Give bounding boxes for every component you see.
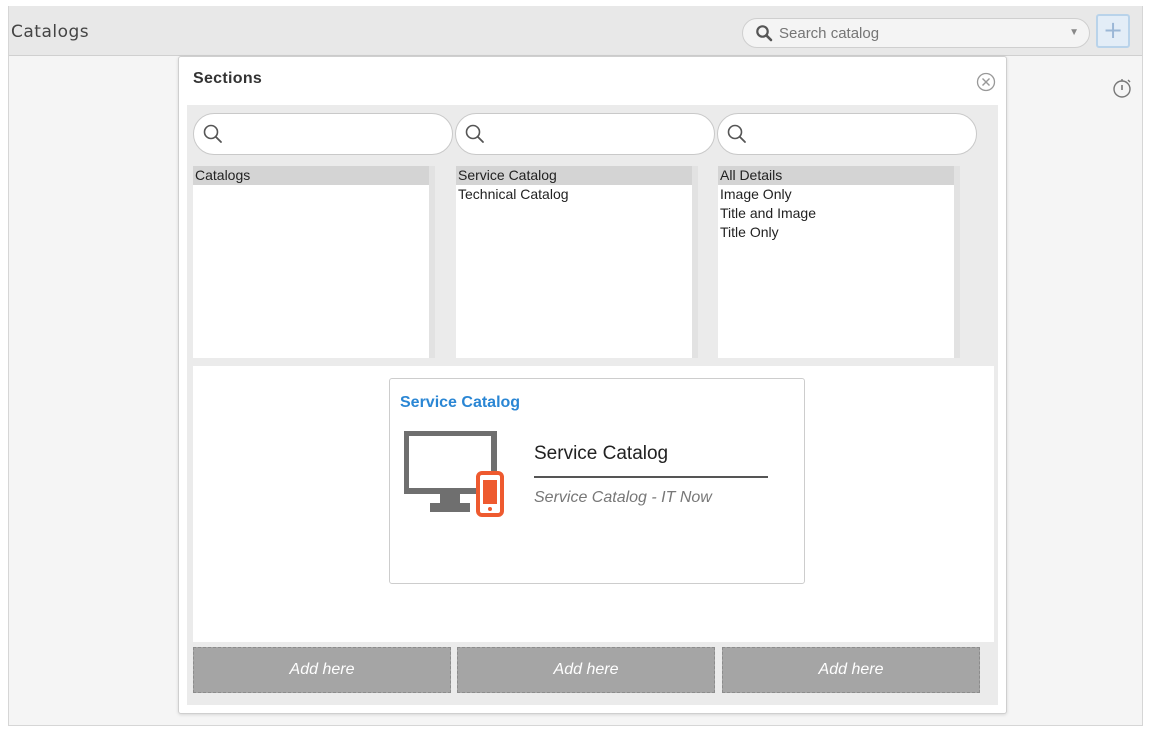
card-title: Service Catalog [400,394,521,411]
add-here-button[interactable]: Add here [193,647,451,693]
card-name: Service Catalog [534,443,669,464]
search-icon [756,25,773,42]
column-2-list[interactable]: Service Catalog Technical Catalog [456,166,698,358]
sections-panel: Catalogs Service Catalog Technical Catal… [187,105,998,705]
column-2-search[interactable] [455,113,715,155]
catalog-search-box[interactable]: ▼ [742,18,1090,48]
list-item[interactable]: Service Catalog [456,166,692,185]
sections-dialog: Sections Catalogs Service Catalog Techni… [178,56,1007,714]
dropdown-caret-icon[interactable]: ▼ [1069,27,1079,38]
catalog-preview-card[interactable]: Service Catalog Service Catalog Service … [389,378,805,584]
dialog-title: Sections [193,70,263,87]
add-button[interactable]: + [1096,14,1130,48]
top-bar: Catalogs ▼ + [9,6,1142,56]
column-1-list[interactable]: Catalogs [193,166,435,358]
list-item[interactable]: Catalogs [193,166,429,185]
add-here-button[interactable]: Add here [457,647,715,693]
add-here-button[interactable]: Add here [722,647,980,693]
search-icon [727,124,746,143]
list-item[interactable]: Title Only [718,223,954,242]
add-row: Add here Add here Add here [193,647,994,697]
list-item[interactable]: Technical Catalog [456,185,692,204]
search-icon [465,124,484,143]
plus-icon: + [1102,16,1124,44]
column-3-search[interactable] [717,113,977,155]
card-subtitle: Service Catalog - IT Now [534,489,712,506]
preview-area: Service Catalog Service Catalog Service … [193,366,994,642]
search-icon [203,124,222,143]
search-input[interactable] [779,23,1059,43]
close-icon[interactable] [975,71,997,93]
list-item[interactable]: Title and Image [718,204,954,223]
list-item[interactable]: Image Only [718,185,954,204]
column-1-search[interactable] [193,113,453,155]
column-3-list[interactable]: All Details Image Only Title and Image T… [718,166,960,358]
page-title: Catalogs [11,22,90,42]
divider [534,476,768,478]
monitor-phone-icon [404,431,504,517]
list-item[interactable]: All Details [718,166,954,185]
timer-icon[interactable] [1112,76,1134,100]
